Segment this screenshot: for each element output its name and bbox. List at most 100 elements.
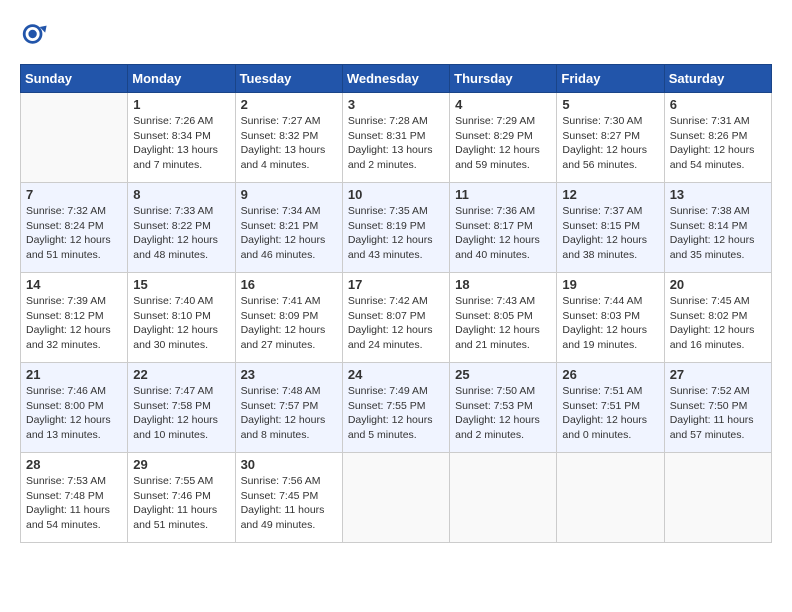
day-number: 21: [26, 367, 122, 382]
day-info: Sunrise: 7:27 AM Sunset: 8:32 PM Dayligh…: [241, 114, 337, 173]
calendar-cell: 27Sunrise: 7:52 AM Sunset: 7:50 PM Dayli…: [664, 363, 771, 453]
column-header-saturday: Saturday: [664, 65, 771, 93]
calendar-week-row: 21 Sunrise: 7:46 AM Sunset: 8:00 PM Dayli…: [21, 363, 772, 453]
day-info: Sunrise: 7:51 AM Sunset: 7:51 PM Dayligh…: [562, 384, 658, 443]
day-number: 8: [133, 187, 229, 202]
calendar-cell: [664, 453, 771, 543]
day-info: Sunrise: 7:45 AM Sunset: 8:02 PM Dayligh…: [670, 294, 766, 353]
calendar-cell: 14Sunrise: 7:39 AM Sunset: 8:12 PM Dayli…: [21, 273, 128, 363]
day-info: Sunrise: 7:35 AM Sunset: 8:19 PM Dayligh…: [348, 204, 444, 263]
day-info: Sunrise: 7:50 AM Sunset: 7:53 PM Dayligh…: [455, 384, 551, 443]
day-number: 2: [241, 97, 337, 112]
day-number: 22: [133, 367, 229, 382]
calendar-cell: 7 Sunrise: 7:32 AM Sunset: 8:24 PM Daylig…: [21, 183, 128, 273]
calendar-cell: 22 Sunrise: 7:47 AM Sunset: 7:58 PM Dayli…: [128, 363, 235, 453]
calendar-cell: 4 Sunrise: 7:29 AM Sunset: 8:29 PM Daylig…: [450, 93, 557, 183]
day-number: 26: [562, 367, 658, 382]
calendar-cell: 26 Sunrise: 7:51 AM Sunset: 7:51 PM Dayli…: [557, 363, 664, 453]
day-number: 24: [348, 367, 444, 382]
calendar-cell: 21 Sunrise: 7:46 AM Sunset: 8:00 PM Dayli…: [21, 363, 128, 453]
logo: [20, 20, 52, 48]
calendar-cell: 12 Sunrise: 7:37 AM Sunset: 8:15 PM Dayli…: [557, 183, 664, 273]
calendar-table: SundayMondayTuesdayWednesdayThursdayFrid…: [20, 64, 772, 543]
calendar-cell: 19 Sunrise: 7:44 AM Sunset: 8:03 PM Dayli…: [557, 273, 664, 363]
day-info: Sunrise: 7:30 AM Sunset: 8:27 PM Dayligh…: [562, 114, 658, 173]
day-info: Sunrise: 7:34 AM Sunset: 8:21 PM Dayligh…: [241, 204, 337, 263]
calendar-cell: 18 Sunrise: 7:43 AM Sunset: 8:05 PM Dayli…: [450, 273, 557, 363]
day-number: 3: [348, 97, 444, 112]
day-info: Sunrise: 7:33 AM Sunset: 8:22 PM Dayligh…: [133, 204, 229, 263]
calendar-cell: 30 Sunrise: 7:56 AM Sunset: 7:45 PM Dayli…: [235, 453, 342, 543]
day-info: Sunrise: 7:42 AM Sunset: 8:07 PM Dayligh…: [348, 294, 444, 353]
day-info: Sunrise: 7:56 AM Sunset: 7:45 PM Dayligh…: [241, 474, 337, 533]
calendar-cell: 28Sunrise: 7:53 AM Sunset: 7:48 PM Dayli…: [21, 453, 128, 543]
day-number: 7: [26, 187, 122, 202]
day-number: 30: [241, 457, 337, 472]
column-header-sunday: Sunday: [21, 65, 128, 93]
day-number: 10: [348, 187, 444, 202]
calendar-cell: 9 Sunrise: 7:34 AM Sunset: 8:21 PM Daylig…: [235, 183, 342, 273]
day-number: 11: [455, 187, 551, 202]
day-number: 16: [241, 277, 337, 292]
calendar-week-row: 28Sunrise: 7:53 AM Sunset: 7:48 PM Dayli…: [21, 453, 772, 543]
calendar-cell: 2 Sunrise: 7:27 AM Sunset: 8:32 PM Daylig…: [235, 93, 342, 183]
day-info: Sunrise: 7:44 AM Sunset: 8:03 PM Dayligh…: [562, 294, 658, 353]
day-number: 27: [670, 367, 766, 382]
day-info: Sunrise: 7:38 AM Sunset: 8:14 PM Dayligh…: [670, 204, 766, 263]
column-header-tuesday: Tuesday: [235, 65, 342, 93]
day-number: 15: [133, 277, 229, 292]
calendar-cell: [450, 453, 557, 543]
calendar-cell: 20Sunrise: 7:45 AM Sunset: 8:02 PM Dayli…: [664, 273, 771, 363]
day-info: Sunrise: 7:29 AM Sunset: 8:29 PM Dayligh…: [455, 114, 551, 173]
day-info: Sunrise: 7:47 AM Sunset: 7:58 PM Dayligh…: [133, 384, 229, 443]
day-info: Sunrise: 7:43 AM Sunset: 8:05 PM Dayligh…: [455, 294, 551, 353]
page-header: [20, 20, 772, 48]
day-number: 29: [133, 457, 229, 472]
day-number: 19: [562, 277, 658, 292]
calendar-cell: 16 Sunrise: 7:41 AM Sunset: 8:09 PM Dayli…: [235, 273, 342, 363]
calendar-cell: 17Sunrise: 7:42 AM Sunset: 8:07 PM Dayli…: [342, 273, 449, 363]
column-header-wednesday: Wednesday: [342, 65, 449, 93]
calendar-cell: 13Sunrise: 7:38 AM Sunset: 8:14 PM Dayli…: [664, 183, 771, 273]
calendar-cell: [21, 93, 128, 183]
column-header-thursday: Thursday: [450, 65, 557, 93]
day-info: Sunrise: 7:49 AM Sunset: 7:55 PM Dayligh…: [348, 384, 444, 443]
calendar-week-row: 14Sunrise: 7:39 AM Sunset: 8:12 PM Dayli…: [21, 273, 772, 363]
calendar-cell: 29Sunrise: 7:55 AM Sunset: 7:46 PM Dayli…: [128, 453, 235, 543]
day-info: Sunrise: 7:28 AM Sunset: 8:31 PM Dayligh…: [348, 114, 444, 173]
day-number: 6: [670, 97, 766, 112]
day-number: 18: [455, 277, 551, 292]
day-info: Sunrise: 7:36 AM Sunset: 8:17 PM Dayligh…: [455, 204, 551, 263]
calendar-cell: 8 Sunrise: 7:33 AM Sunset: 8:22 PM Daylig…: [128, 183, 235, 273]
calendar-cell: [342, 453, 449, 543]
day-number: 4: [455, 97, 551, 112]
day-number: 12: [562, 187, 658, 202]
day-number: 25: [455, 367, 551, 382]
day-number: 28: [26, 457, 122, 472]
day-number: 9: [241, 187, 337, 202]
day-number: 23: [241, 367, 337, 382]
day-info: Sunrise: 7:41 AM Sunset: 8:09 PM Dayligh…: [241, 294, 337, 353]
calendar-cell: 6 Sunrise: 7:31 AM Sunset: 8:26 PM Daylig…: [664, 93, 771, 183]
day-info: Sunrise: 7:31 AM Sunset: 8:26 PM Dayligh…: [670, 114, 766, 173]
calendar-cell: 5 Sunrise: 7:30 AM Sunset: 8:27 PM Daylig…: [557, 93, 664, 183]
calendar-header-row: SundayMondayTuesdayWednesdayThursdayFrid…: [21, 65, 772, 93]
day-info: Sunrise: 7:32 AM Sunset: 8:24 PM Dayligh…: [26, 204, 122, 263]
calendar-cell: 11 Sunrise: 7:36 AM Sunset: 8:17 PM Dayli…: [450, 183, 557, 273]
calendar-cell: 10 Sunrise: 7:35 AM Sunset: 8:19 PM Dayli…: [342, 183, 449, 273]
day-info: Sunrise: 7:48 AM Sunset: 7:57 PM Dayligh…: [241, 384, 337, 443]
day-info: Sunrise: 7:46 AM Sunset: 8:00 PM Dayligh…: [26, 384, 122, 443]
calendar-week-row: 7 Sunrise: 7:32 AM Sunset: 8:24 PM Daylig…: [21, 183, 772, 273]
calendar-cell: 23 Sunrise: 7:48 AM Sunset: 7:57 PM Dayli…: [235, 363, 342, 453]
day-info: Sunrise: 7:26 AM Sunset: 8:34 PM Dayligh…: [133, 114, 229, 173]
day-number: 5: [562, 97, 658, 112]
calendar-cell: 25 Sunrise: 7:50 AM Sunset: 7:53 PM Dayli…: [450, 363, 557, 453]
calendar-week-row: 1Sunrise: 7:26 AM Sunset: 8:34 PM Daylig…: [21, 93, 772, 183]
calendar-cell: 1Sunrise: 7:26 AM Sunset: 8:34 PM Daylig…: [128, 93, 235, 183]
column-header-monday: Monday: [128, 65, 235, 93]
calendar-cell: 15 Sunrise: 7:40 AM Sunset: 8:10 PM Dayli…: [128, 273, 235, 363]
column-header-friday: Friday: [557, 65, 664, 93]
day-info: Sunrise: 7:39 AM Sunset: 8:12 PM Dayligh…: [26, 294, 122, 353]
day-info: Sunrise: 7:40 AM Sunset: 8:10 PM Dayligh…: [133, 294, 229, 353]
day-info: Sunrise: 7:37 AM Sunset: 8:15 PM Dayligh…: [562, 204, 658, 263]
